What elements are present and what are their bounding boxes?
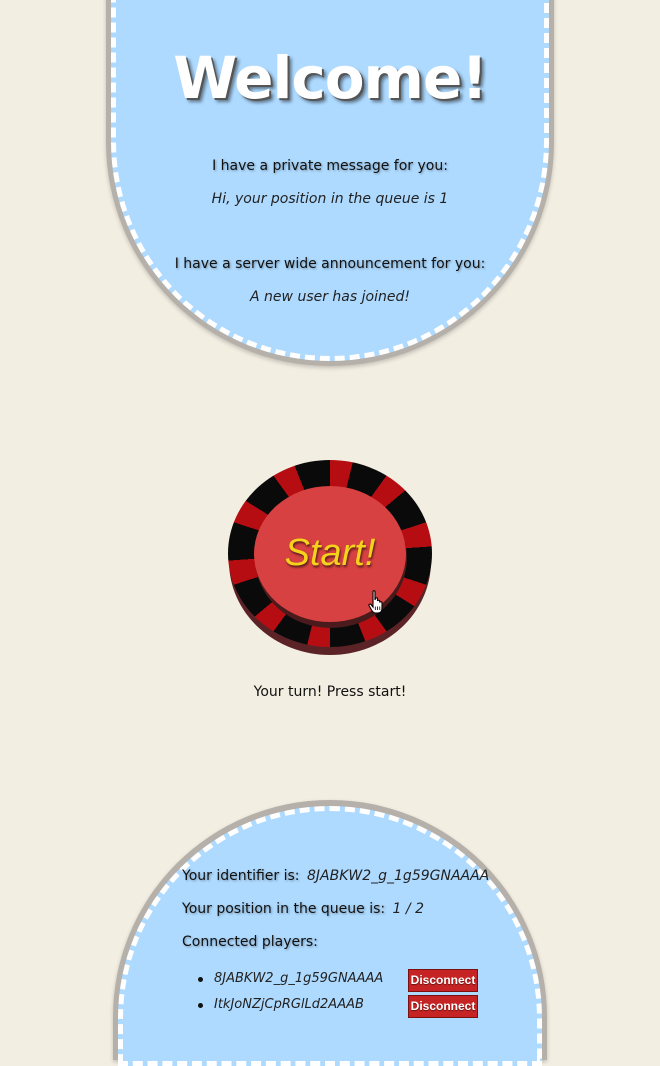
disconnect-button[interactable]: Disconnect	[408, 995, 478, 1018]
private-message-heading: I have a private message for you:	[212, 158, 448, 174]
players-heading: Connected players:	[182, 934, 318, 950]
bullet	[198, 977, 203, 982]
welcome-title: Welcome!	[173, 44, 488, 112]
identifier-value: 8JABKW2_g_1g59GNAAAA	[306, 868, 490, 884]
start-button[interactable]: Start!	[228, 460, 432, 655]
disconnect-button[interactable]: Disconnect	[408, 969, 478, 992]
turn-status: Your turn! Press start!	[253, 684, 407, 700]
private-message-text: Hi, your position in the queue is 1	[211, 191, 449, 207]
player-id: 8JABKW2_g_1g59GNAAAA	[214, 971, 384, 986]
queue-position-row: Your position in the queue is: 1 / 2	[182, 901, 424, 917]
bullet	[198, 1003, 203, 1008]
announcement-heading: I have a server wide announcement for yo…	[174, 256, 486, 272]
queue-position-label: Your position in the queue is:	[182, 901, 386, 917]
announcement-text: A new user has joined!	[250, 289, 410, 305]
queue-position-value: 1 / 2	[392, 901, 424, 917]
player-id: ItkJoNZjCpRGlLd2AAAB	[214, 997, 364, 1012]
identifier-label: Your identifier is:	[182, 868, 300, 884]
identifier-row: Your identifier is: 8JABKW2_g_1g59GNAAAA	[182, 868, 489, 884]
hand-pointer-icon	[368, 590, 383, 614]
